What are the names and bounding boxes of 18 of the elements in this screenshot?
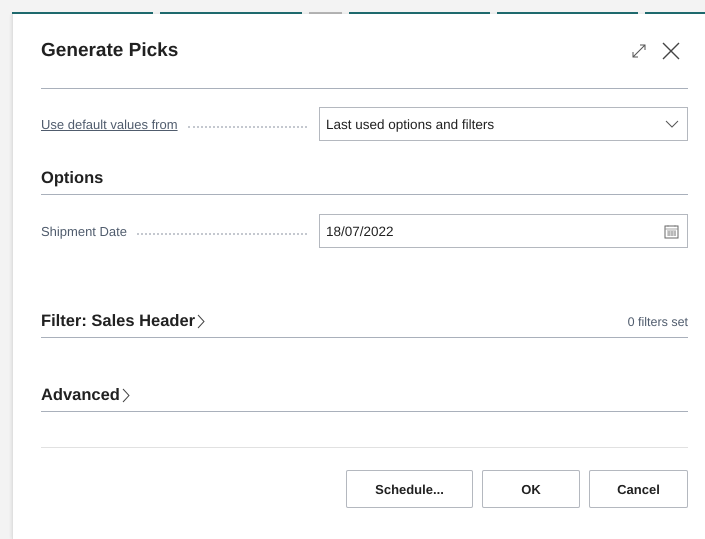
calendar-icon[interactable] (664, 224, 679, 238)
date-field[interactable]: 18/07/2022 (319, 214, 688, 248)
chevron-right-icon[interactable] (197, 314, 206, 329)
section-toggle[interactable]: Advanced (41, 386, 120, 405)
dialog-button[interactable]: Schedule... (346, 470, 473, 508)
chevron-right-icon[interactable] (122, 388, 130, 403)
dialog-button[interactable]: Cancel (589, 470, 688, 508)
close-icon[interactable] (662, 42, 680, 60)
section-toggle[interactable]: Filter: Sales Header (41, 312, 196, 331)
default-values-link[interactable]: Use default values from (41, 116, 178, 132)
filter-count: 0 filters set (628, 314, 688, 328)
dialog-button[interactable]: OK (482, 470, 580, 508)
expand-icon[interactable] (632, 44, 646, 58)
chevron-down-icon (665, 120, 679, 128)
defaults-dropdown[interactable]: Last used options and filters (319, 107, 688, 141)
field-label: Shipment Date (41, 224, 127, 238)
section-heading: Options (41, 169, 104, 188)
dialog-title: Generate Picks (41, 40, 180, 62)
